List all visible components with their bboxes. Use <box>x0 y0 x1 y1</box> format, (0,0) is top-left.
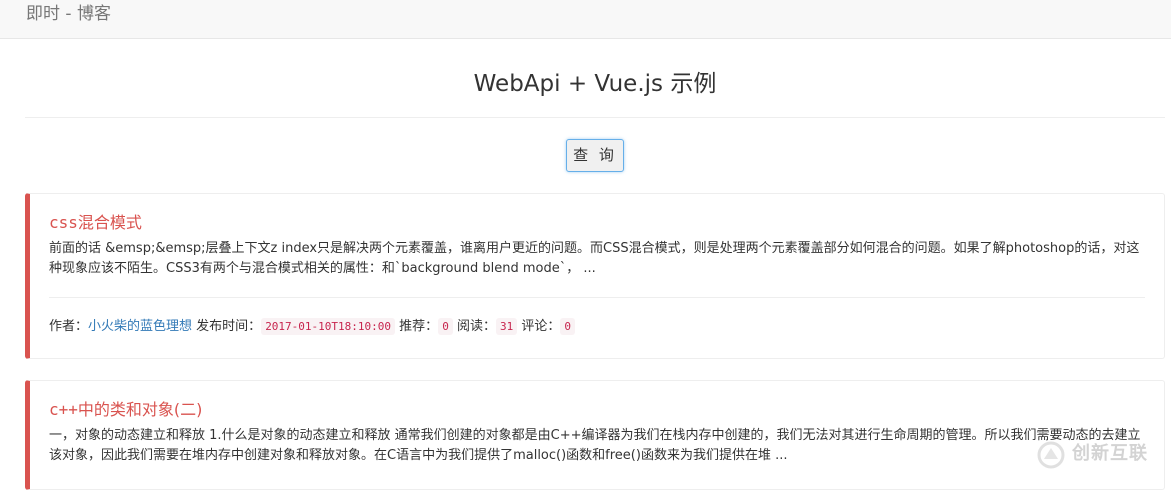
post-summary: 前面的话 &emsp;&emsp;层叠上下文z index只是解决两个元素覆盖，… <box>49 241 1140 276</box>
post-divider <box>49 297 1145 298</box>
watermark-icon <box>1037 441 1065 469</box>
post-card: css混合模式 前面的话 &emsp;&emsp;层叠上下文z index只是解… <box>25 193 1165 359</box>
recommend-count: 0 <box>438 318 453 335</box>
comment-count: 0 <box>560 318 575 335</box>
read-label: 阅读： <box>456 319 496 334</box>
post-title-text: 中的类和对象(二) <box>77 400 203 419</box>
author-link[interactable]: 小火柴的蓝色理想 <box>88 319 192 334</box>
post-title-link[interactable]: css混合模式 <box>49 213 142 233</box>
post-meta: 作者：小火柴的蓝色理想 发布时间： 2017-01-10T18:10:00 推荐：… <box>49 317 575 337</box>
query-button[interactable]: 查 询 <box>566 139 624 172</box>
page-title: WebApi + Vue.js 示例 <box>473 71 717 97</box>
recommend-label: 推荐： <box>399 319 439 334</box>
post-title-link[interactable]: c++中的类和对象(二) <box>49 400 202 420</box>
navbar: 即时 - 博客 <box>0 0 1171 39</box>
read-count: 31 <box>495 318 518 335</box>
brand-link[interactable]: 即时 - 博客 <box>26 4 111 24</box>
post-summary: 一，对象的动态建立和释放 1.什么是对象的动态建立和释放 通常我们创建的对象都是… <box>49 428 1141 463</box>
watermark-logo: 创新互联 <box>1036 437 1166 473</box>
publish-label: 发布时间： <box>196 319 262 334</box>
watermark-text: 创新互联 <box>1072 443 1148 464</box>
post-title-code: css <box>49 213 78 232</box>
post-title-code: c++ <box>49 400 78 419</box>
post-title-text: 混合模式 <box>77 213 142 232</box>
comment-label: 评论： <box>521 319 561 334</box>
author-label: 作者： <box>49 319 89 334</box>
page-header: WebApi + Vue.js 示例 <box>25 40 1165 118</box>
publish-time: 2017-01-10T18:10:00 <box>261 318 396 335</box>
post-card: c++中的类和对象(二) 一，对象的动态建立和释放 1.什么是对象的动态建立和释… <box>25 380 1165 490</box>
